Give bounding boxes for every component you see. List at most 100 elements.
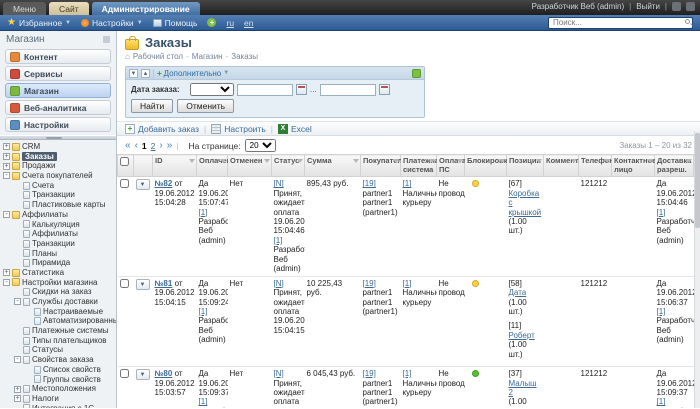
tree-item[interactable]: Список свойств [3,365,116,375]
tree-item[interactable]: + Налоги [3,394,116,404]
sidebar-section-button[interactable]: Сервисы [5,66,111,81]
breadcrumb-item[interactable]: Рабочий стол [133,52,183,61]
column-header[interactable]: Оплата ПС [436,153,466,178]
prev-page-button[interactable]: ‹ [135,140,138,151]
tree-item[interactable]: Счета [3,181,116,191]
next-page-button[interactable]: › [159,140,162,151]
tree-item[interactable]: Транзакции [3,190,116,200]
buyer-id-link[interactable]: [19] [363,179,376,188]
tree-item[interactable]: - Службы доставки [3,297,116,307]
sort-icon[interactable] [429,159,435,163]
help-menu[interactable]: Помощь [152,18,197,28]
tab-site[interactable]: Сайт [48,2,89,15]
tree-expander-icon[interactable]: - [14,356,21,364]
tree-item[interactable]: - Свойства заказа [3,355,116,365]
sort-icon[interactable] [220,159,226,163]
add-order-button[interactable]: + Добавить заказ [125,123,199,134]
tree-item[interactable]: Транзакции [3,239,116,249]
user-id-link[interactable]: [1] [199,208,208,217]
paysystem-id-link[interactable]: [1] [403,369,412,378]
filter-presets-icon[interactable]: ▼ [129,68,138,78]
product-link[interactable]: Дата [509,288,527,297]
user-id-link[interactable]: [1] [657,307,666,316]
sort-icon[interactable] [499,159,505,163]
product-link[interactable]: Малыш 2 [509,379,537,397]
tree-expander-icon[interactable]: - [3,172,10,180]
user-id-link[interactable]: [1] [199,307,208,316]
sidebar-section-button[interactable]: Веб-аналитика [5,100,111,115]
sort-icon[interactable] [393,159,399,163]
buyer-id-link[interactable]: [19] [363,369,376,378]
user-id-link[interactable]: [1] [274,236,283,245]
home-icon[interactable]: ⌂ [125,52,130,61]
paysystem-id-link[interactable]: [1] [403,279,412,288]
lang-ru-link[interactable]: ru [226,18,234,28]
filter-fold-icon[interactable]: ▲ [141,68,150,78]
search-input[interactable] [548,16,693,29]
logout-link[interactable]: Выйти [636,2,660,11]
tree-item[interactable]: - Настройки магазина [3,278,116,288]
tab-administration[interactable]: Администрирование [91,2,200,15]
cancel-button[interactable]: Отменить [177,99,235,113]
per-page-select[interactable]: 20 [244,139,276,152]
tree-item[interactable]: + CRM [3,142,116,152]
filter-settings-icon[interactable] [412,68,421,78]
product-link[interactable]: Роберт [509,331,535,340]
calendar-icon[interactable] [378,84,390,95]
tree-item[interactable]: Статусы [3,345,116,355]
column-header[interactable]: Блокировка [464,153,512,178]
column-header[interactable]: Покупатель [360,153,407,178]
tree-expander-icon[interactable]: + [3,162,10,170]
breadcrumb-item[interactable]: Заказы [226,52,258,61]
sort-icon[interactable] [571,159,577,163]
status-code-link[interactable]: [N] [274,179,284,188]
tree-expander-icon[interactable]: + [3,153,10,161]
tree-item[interactable]: Пластиковые карты [3,200,116,210]
select-all-checkbox[interactable] [120,157,129,166]
tree-item[interactable]: Скидки на заказ [3,287,116,297]
tree-item[interactable]: Аффилиаты [3,229,116,239]
product-link[interactable]: Коробка с крышкой [509,189,542,217]
user-id-link[interactable]: [1] [199,397,208,406]
user-id-link[interactable]: [1] [657,397,666,406]
favorites-menu[interactable]: ★ Избранное ▼ [7,17,71,28]
sort-icon[interactable] [647,159,653,163]
user-id-link[interactable]: [1] [657,208,666,217]
quick-add-icon[interactable]: + [207,18,217,27]
sort-icon[interactable] [264,159,270,163]
tree-item[interactable]: Типы плательщиков [3,336,116,346]
row-checkbox[interactable] [119,278,129,288]
tree-item[interactable]: Платежные системы [3,326,116,336]
tree-expander-icon[interactable]: + [14,395,21,403]
column-header[interactable]: Комментарии [543,153,597,178]
scrollbar-thumb[interactable] [695,133,700,228]
calendar-icon[interactable] [296,84,307,95]
tree-item[interactable]: + Статистика [3,268,116,278]
tree-item[interactable]: Группы свойств [3,375,116,385]
column-header[interactable]: Оплачен [196,153,231,178]
current-user-link[interactable]: Разработчик Веб (admin) [532,2,625,11]
buyer-id-link[interactable]: [19] [363,279,376,288]
page-number[interactable]: 1 [142,141,147,151]
tree-item[interactable]: + Местоположения [3,384,116,394]
column-header[interactable]: ID [152,153,197,178]
sort-icon[interactable] [536,159,542,163]
sort-icon[interactable] [189,159,195,163]
date-to-input[interactable] [319,83,376,96]
paysystem-id-link[interactable]: [1] [403,179,412,188]
sort-icon[interactable] [297,159,303,163]
hotkeys-icon[interactable] [672,2,681,11]
date-from-input[interactable] [237,83,293,96]
last-page-button[interactable]: » [167,140,173,151]
order-id-link[interactable]: №81 [155,279,173,288]
tree-item[interactable]: + Продажи [3,161,116,171]
column-header[interactable]: Телефон [578,153,614,178]
sort-icon[interactable] [604,159,610,163]
sidebar-section-button[interactable]: Контент [5,49,111,64]
tree-expander-icon[interactable]: + [3,269,10,277]
sidebar-splitter[interactable] [0,135,116,140]
tree-expander-icon[interactable]: + [14,385,21,393]
tree-item[interactable]: Калькуляция [3,220,116,230]
row-checkbox[interactable] [119,369,129,379]
sidebar-section-button[interactable]: Магазин [5,83,111,98]
